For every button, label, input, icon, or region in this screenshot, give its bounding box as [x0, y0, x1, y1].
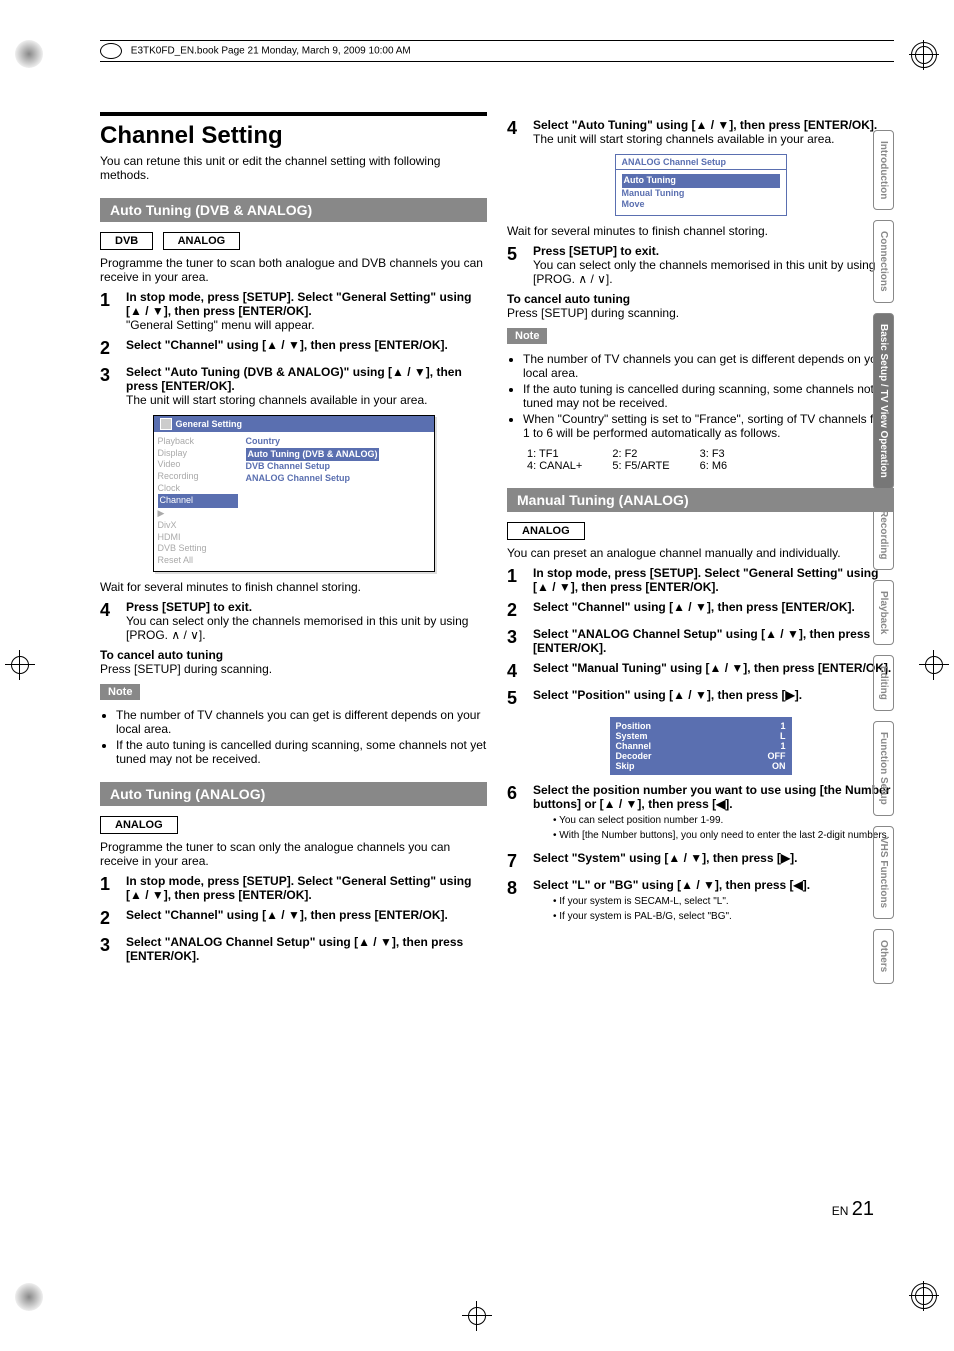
step: 3Select "ANALOG Channel Setup" using [▲ …	[100, 935, 487, 963]
reg-mark-icon	[5, 650, 35, 680]
analog-tag: ANALOG	[163, 232, 241, 250]
dvb-tag: DVB	[100, 232, 153, 250]
side-tab: Others	[873, 929, 894, 983]
analog-tag: ANALOG	[100, 816, 178, 834]
note-label: Note	[100, 684, 140, 700]
side-tab: Editing	[873, 655, 894, 711]
side-tab: Connections	[873, 220, 894, 303]
analog-channel-setup-screenshot: ANALOG Channel Setup Auto TuningManual T…	[615, 154, 787, 216]
section-desc: Programme the tuner to scan only the ana…	[100, 840, 487, 868]
step: 5Select "Position" using [▲ / ▼], then p…	[507, 688, 894, 709]
reg-mark-icon	[909, 1281, 939, 1311]
section-desc: Programme the tuner to scan both analogu…	[100, 256, 487, 284]
step: 2Select "Channel" using [▲ / ▼], then pr…	[100, 338, 487, 359]
side-tab: Playback	[873, 580, 894, 645]
section-heading: Auto Tuning (ANALOG)	[100, 782, 487, 806]
page-title: Channel Setting	[100, 112, 487, 150]
manual-tuning-screenshot: Position1SystemLChannel1DecoderOFFSkipON	[610, 717, 792, 775]
running-header: E3TK0FD_EN.book Page 21 Monday, March 9,…	[100, 40, 894, 62]
header-text: E3TK0FD_EN.book Page 21 Monday, March 9,…	[131, 46, 411, 57]
wrench-icon	[160, 418, 172, 430]
step: 2Select "Channel" using [▲ / ▼], then pr…	[100, 908, 487, 929]
section-desc: You can preset an analogue channel manua…	[507, 546, 894, 560]
section-heading: Auto Tuning (DVB & ANALOG)	[100, 198, 487, 222]
step: 4Select "Manual Tuning" using [▲ / ▼], t…	[507, 661, 894, 682]
step: 3Select "Auto Tuning (DVB & ANALOG)" usi…	[100, 365, 487, 407]
step: 1In stop mode, press [SETUP]. Select "Ge…	[507, 566, 894, 594]
post-text: Wait for several minutes to finish chann…	[507, 224, 894, 238]
note-label: Note	[507, 328, 547, 344]
header-oval-icon	[100, 43, 122, 59]
cancel-heading: To cancel auto tuning	[100, 648, 223, 662]
step: 1In stop mode, press [SETUP]. Select "Ge…	[100, 290, 487, 332]
step: 3Select "ANALOG Channel Setup" using [▲ …	[507, 627, 894, 655]
cancel-text: Press [SETUP] during scanning.	[507, 306, 894, 320]
step: 2Select "Channel" using [▲ / ▼], then pr…	[507, 600, 894, 621]
section-heading: Manual Tuning (ANALOG)	[507, 488, 894, 512]
side-tab: Function Setup	[873, 721, 894, 816]
side-tab: Basic Setup / TV View Operation	[873, 313, 894, 489]
intro-text: You can retune this unit or edit the cha…	[100, 154, 487, 182]
reg-mark-icon	[919, 650, 949, 680]
reg-mark-icon	[462, 1301, 492, 1331]
reg-mark-icon	[15, 1283, 43, 1311]
post-text: Wait for several minutes to finish chann…	[100, 580, 487, 594]
side-tab: VHS Functions	[873, 826, 894, 919]
general-setting-screenshot: General Setting PlaybackDisplayVideoReco…	[153, 415, 435, 572]
reg-mark-icon	[15, 40, 43, 68]
analog-tag: ANALOG	[507, 522, 585, 540]
cancel-text: Press [SETUP] during scanning.	[100, 662, 487, 676]
page-number: EN 21	[832, 1198, 874, 1221]
reg-mark-icon	[909, 40, 939, 70]
step: 1In stop mode, press [SETUP]. Select "Ge…	[100, 874, 487, 902]
side-tab: Introduction	[873, 130, 894, 210]
cancel-heading: To cancel auto tuning	[507, 292, 630, 306]
